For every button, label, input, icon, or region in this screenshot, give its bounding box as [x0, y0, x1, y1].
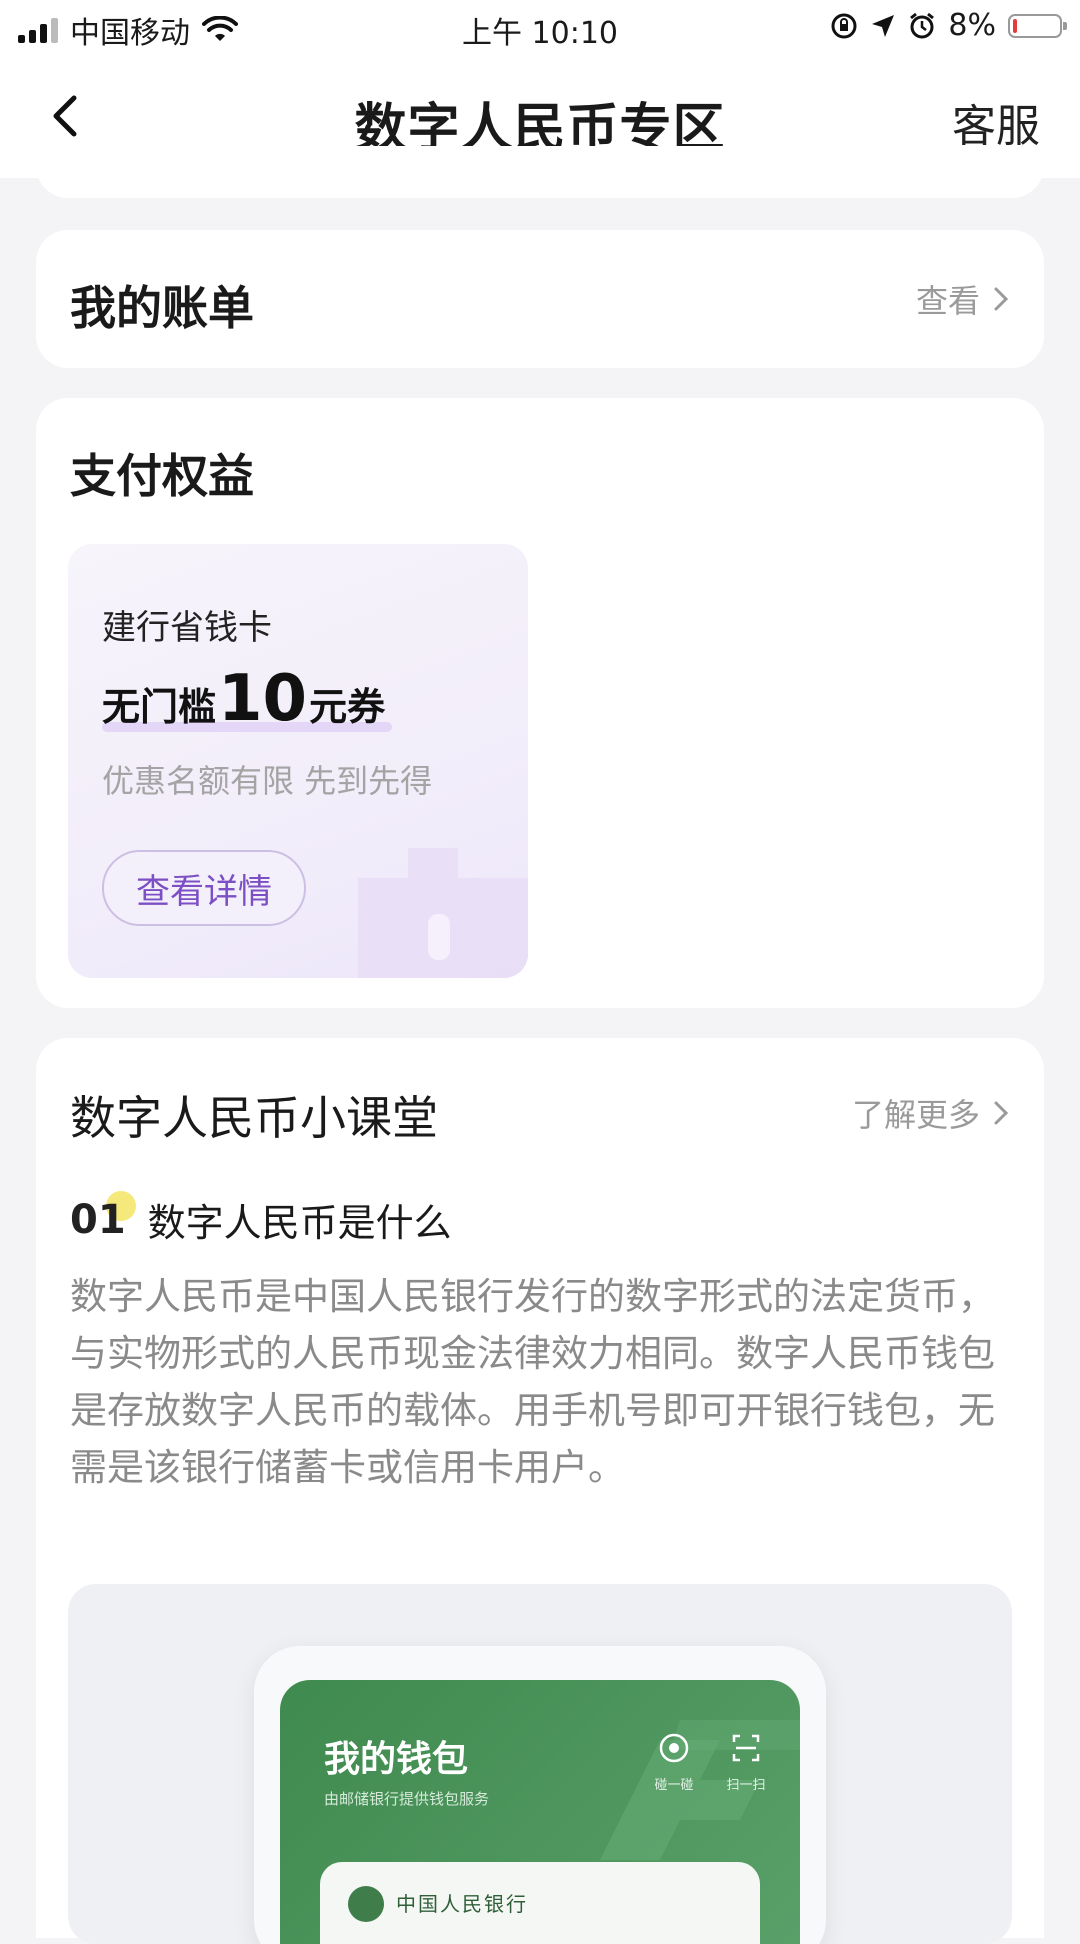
- status-right: 8%: [830, 8, 1067, 43]
- lesson-number: 01: [70, 1190, 136, 1243]
- customer-service-button[interactable]: 客服: [952, 90, 1040, 154]
- tap-tool: 碰一碰: [644, 1732, 704, 1793]
- wallet-screen: 我的钱包 由邮储银行提供钱包服务 碰一碰 扫一扫 中国人民银行: [280, 1680, 800, 1944]
- chevron-right-icon: [994, 287, 1009, 311]
- coupon-note: 优惠名额有限 先到先得: [102, 762, 433, 800]
- tap-label: 碰一碰: [654, 1778, 694, 1793]
- tap-icon: [659, 1733, 689, 1763]
- view-details-button[interactable]: 查看详情: [102, 850, 306, 926]
- coupon-card[interactable]: 建行省钱卡 无门槛 10 元券 优惠名额有限 先到先得 查看详情: [68, 544, 528, 978]
- coupon-brand: 建行省钱卡: [102, 608, 272, 648]
- offer-amount: 10: [218, 662, 308, 736]
- bank-name: 中国人民银行: [396, 1892, 528, 1916]
- coupon-offer: 无门槛 10 元券: [102, 662, 385, 736]
- bill-view-link[interactable]: 查看: [916, 276, 1010, 322]
- bill-title: 我的账单: [70, 281, 254, 335]
- previous-card: [36, 146, 1044, 198]
- scan-label: 扫一扫: [726, 1778, 766, 1793]
- location-icon: [872, 14, 895, 37]
- lesson-header: 01 数字人民币是什么: [70, 1190, 452, 1247]
- offer-suffix: 元券: [309, 685, 386, 729]
- lesson-body: 数字人民币是中国人民银行发行的数字形式的法定货币，与实物形式的人民币现金法律效力…: [70, 1275, 995, 1489]
- phone-mockup: 我的钱包 由邮储银行提供钱包服务 碰一碰 扫一扫 中国人民银行: [254, 1646, 826, 1944]
- battery-percent: 8%: [948, 8, 996, 43]
- wallet-subtitle: 由邮储银行提供钱包服务: [324, 1790, 490, 1808]
- battery-icon: [1008, 13, 1067, 38]
- bank-emblem-icon: [348, 1886, 384, 1922]
- bank-card: 中国人民银行: [320, 1862, 760, 1944]
- alarm-icon: [910, 12, 935, 38]
- benefits-card: 支付权益 建行省钱卡 无门槛 10 元券 优惠名额有限 先到先得 查看详情: [36, 398, 1044, 1008]
- learn-more-link[interactable]: 了解更多: [852, 1090, 1010, 1136]
- status-bar: 中国移动 上午 10:10 8%: [0, 0, 1080, 56]
- bill-card[interactable]: 我的账单 查看: [36, 230, 1044, 368]
- classroom-card: 数字人民币小课堂 了解更多 01 数字人民币是什么 数字人民币是中国人民银行发行…: [36, 1038, 1044, 1944]
- learn-more-label: 了解更多: [851, 1096, 980, 1134]
- benefits-title: 支付权益: [70, 449, 254, 503]
- chevron-right-icon: [994, 1101, 1009, 1125]
- gift-deco-icon: [358, 848, 528, 978]
- wallet-preview: 我的钱包 由邮储银行提供钱包服务 碰一碰 扫一扫 中国人民银行: [68, 1584, 1012, 1944]
- bill-view-label: 查看: [915, 282, 980, 320]
- lesson-title: 数字人民币是什么: [147, 1201, 452, 1245]
- scan-icon: [732, 1734, 760, 1762]
- classroom-title: 数字人民币小课堂: [70, 1091, 438, 1145]
- orientation-lock-icon: [831, 13, 857, 38]
- offer-prefix: 无门槛: [102, 685, 217, 729]
- wallet-title: 我的钱包: [324, 1739, 469, 1780]
- scan-tool: 扫一扫: [716, 1732, 776, 1793]
- lesson-number-text: 01: [70, 1196, 126, 1243]
